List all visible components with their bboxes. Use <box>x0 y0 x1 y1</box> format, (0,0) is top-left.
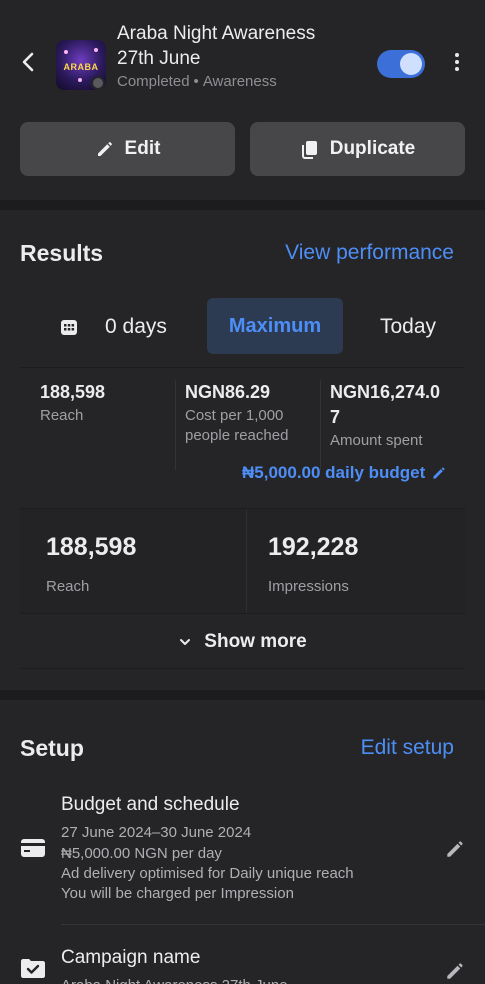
amount-spent-metric: NGN16,274.0 7 Amount spent <box>330 380 460 451</box>
campaign-name-title: Campaign name <box>61 947 201 968</box>
view-performance-link[interactable]: View performance <box>285 241 454 265</box>
impressions-label: Impressions <box>268 578 349 595</box>
budget-dates: 27 June 2024–30 June 2024 <box>61 824 252 841</box>
results-section: Results View performance 0 days Maximum … <box>0 210 485 690</box>
reach-value: 188,598 <box>40 382 106 402</box>
cost-label: Cost per 1,000 people reached <box>185 406 320 446</box>
impressions-big-metric: 192,228 Impressions <box>268 533 358 595</box>
separator: • <box>193 73 199 90</box>
duplicate-label: Duplicate <box>329 138 416 159</box>
status-text: Completed <box>117 73 190 90</box>
budget-amount: ₦5,000.00 NGN per day <box>61 845 222 862</box>
divider <box>246 509 247 613</box>
impressions-value: 192,228 <box>268 533 359 561</box>
pencil-icon <box>97 142 112 156</box>
calendar-icon[interactable] <box>60 318 78 336</box>
duplicate-button[interactable]: Duplicate <box>250 122 465 176</box>
campaign-subtitle: Completed • Awareness <box>117 73 277 90</box>
edit-campaign-name-icon[interactable] <box>444 960 466 982</box>
daily-budget-text: ₦5,000.00 daily budget <box>242 463 426 482</box>
campaign-title-line1: Araba Night Awareness <box>117 23 316 44</box>
pencil-icon <box>433 467 445 479</box>
campaign-name-value: Araba Night Awareness 27th June <box>61 976 288 984</box>
budget-schedule-title: Budget and schedule <box>61 794 240 815</box>
credit-card-icon <box>20 837 46 859</box>
results-title: Results <box>20 240 104 266</box>
maximum-label: Maximum <box>228 315 322 337</box>
divider <box>61 924 485 925</box>
budget-delivery: Ad delivery optimised for Daily unique r… <box>61 865 354 882</box>
toggle-knob <box>400 53 422 75</box>
reach-big-label: Reach <box>46 578 90 595</box>
divider <box>320 380 321 470</box>
show-more-label: Show more <box>204 630 307 652</box>
days-range[interactable]: 0 days <box>105 315 167 339</box>
reach-label: Reach <box>40 407 84 424</box>
more-options-icon[interactable] <box>447 50 467 78</box>
reach-metric: 188,598 Reach <box>40 380 170 426</box>
budget-charge: You will be charged per Impression <box>61 885 294 902</box>
edit-budget-icon[interactable] <box>444 838 466 860</box>
reach-big-metric: 188,598 Reach <box>46 533 136 595</box>
cost-value: NGN86.29 <box>185 382 271 402</box>
campaign-header: ARABA Araba Night Awareness 27th June Co… <box>0 0 485 200</box>
budget-schedule-row[interactable]: Budget and schedule 27 June 2024–30 June… <box>0 794 485 914</box>
status-dot <box>91 76 105 90</box>
date-range-selector: 0 days Maximum Today <box>20 298 465 364</box>
setup-title: Setup <box>20 735 84 761</box>
setup-section: Setup Edit setup Budget and schedule 27 … <box>0 700 485 984</box>
divider <box>175 380 176 470</box>
campaign-title: Araba Night Awareness 27th June <box>117 21 315 71</box>
folder-check-icon <box>20 957 46 979</box>
show-more-button[interactable]: Show more <box>20 615 465 669</box>
back-arrow-icon[interactable] <box>14 48 42 76</box>
edit-setup-link[interactable]: Edit setup <box>361 736 454 760</box>
duplicate-icon <box>301 141 317 159</box>
objective-text: Awareness <box>202 73 277 90</box>
maximum-range-button[interactable]: Maximum <box>207 298 343 354</box>
chevron-down-icon <box>180 638 191 645</box>
amount-spent-value-line2: 7 <box>330 407 341 427</box>
campaign-toggle[interactable] <box>377 50 425 78</box>
metrics-summary: 188,598 Reach NGN86.29 Cost per 1,000 pe… <box>20 367 465 507</box>
reach-big-value: 188,598 <box>46 533 137 561</box>
edit-button[interactable]: Edit <box>20 122 235 176</box>
thumbnail-text: ARABA <box>63 62 99 72</box>
campaign-name-row[interactable]: Campaign name Araba Night Awareness 27th… <box>0 947 485 984</box>
amount-spent-value-line1: NGN16,274.0 <box>330 382 441 402</box>
daily-budget-link[interactable]: ₦5,000.00 daily budget <box>242 463 447 483</box>
edit-label: Edit <box>124 138 161 159</box>
today-range-button[interactable]: Today <box>380 315 436 339</box>
cost-metric: NGN86.29 Cost per 1,000 people reached <box>185 380 320 446</box>
amount-spent-value: NGN16,274.0 7 <box>330 380 460 430</box>
cost-label-line2: people reached <box>185 427 289 444</box>
headline-metrics: 188,598 Reach 192,228 Impressions <box>20 508 465 614</box>
cost-label-line1: Cost per 1,000 <box>185 407 284 424</box>
amount-spent-label: Amount spent <box>330 432 423 449</box>
campaign-title-line2: 27th June <box>117 48 201 69</box>
